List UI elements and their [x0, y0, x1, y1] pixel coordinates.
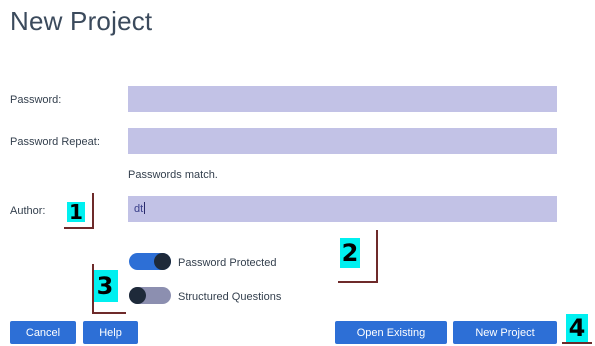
- toggle-knob: [154, 253, 171, 270]
- structured-questions-label: Structured Questions: [178, 291, 282, 303]
- new-project-button[interactable]: New Project: [453, 321, 557, 344]
- open-existing-button[interactable]: Open Existing: [335, 321, 447, 344]
- author-label: Author:: [10, 205, 46, 217]
- marker-4-bracket: [562, 314, 592, 344]
- marker-3-bracket: [92, 264, 126, 314]
- help-button[interactable]: Help: [83, 321, 138, 344]
- author-value: dt: [134, 202, 146, 215]
- password-protected-toggle[interactable]: [129, 253, 171, 270]
- author-field[interactable]: dt: [128, 196, 557, 222]
- passwords-match-hint: Passwords match.: [128, 169, 218, 181]
- page-title: New Project: [10, 6, 153, 36]
- text-caret: [144, 202, 146, 214]
- password-repeat-label: Password Repeat:: [10, 136, 100, 148]
- cancel-button[interactable]: Cancel: [10, 321, 76, 344]
- password-label: Password:: [10, 94, 62, 106]
- author-value-text: dt: [134, 203, 144, 215]
- password-protected-label: Password Protected: [178, 257, 277, 269]
- marker-1-bracket: [64, 193, 94, 229]
- password-field[interactable]: [128, 86, 557, 112]
- toggle-knob: [129, 287, 146, 304]
- structured-questions-toggle[interactable]: [129, 287, 171, 304]
- marker-2-bracket: [338, 230, 378, 283]
- password-repeat-field[interactable]: [128, 128, 557, 154]
